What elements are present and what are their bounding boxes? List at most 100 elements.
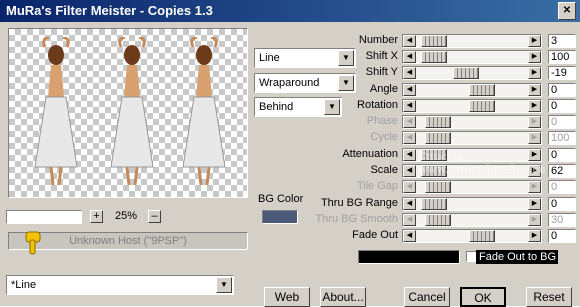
reset-button[interactable]: Reset [526, 287, 572, 307]
fade-progress [358, 250, 460, 264]
slider-thumb[interactable] [421, 198, 447, 210]
minus-icon: – [151, 210, 158, 222]
arrow-left-icon[interactable]: ◀ [403, 181, 416, 193]
preset-select[interactable]: *Line ▼ [6, 275, 234, 295]
arrow-left-icon[interactable]: ◀ [403, 100, 416, 112]
param-label: Scale [370, 164, 398, 176]
arrow-left-icon[interactable]: ◀ [403, 165, 416, 177]
plus-icon: + [93, 210, 100, 222]
host-text: Unknown Host ("9PSP") [69, 235, 187, 247]
preview-canvas[interactable] [8, 28, 248, 198]
arrow-right-icon[interactable]: ▶ [528, 230, 541, 242]
arrow-left-icon[interactable]: ◀ [403, 67, 416, 79]
param-value-field[interactable]: 0 [548, 99, 576, 113]
arrow-right-icon[interactable]: ▶ [528, 165, 541, 177]
slider-thumb[interactable] [421, 51, 447, 63]
param-slider[interactable]: ◀ ▶ [402, 164, 542, 178]
param-value-field[interactable]: -19 [548, 66, 576, 80]
param-value-field[interactable]: 30 [548, 213, 576, 227]
zoom-field[interactable] [6, 210, 82, 224]
dancer-image [110, 37, 154, 186]
slider-thumb[interactable] [425, 214, 451, 226]
arrow-right-icon[interactable]: ▶ [528, 181, 541, 193]
arrow-left-icon[interactable]: ◀ [403, 198, 416, 210]
param-slider[interactable]: ◀ ▶ [402, 213, 542, 227]
slider-thumb[interactable] [469, 84, 495, 96]
zoom-out-button[interactable]: – [148, 210, 161, 223]
param-slider[interactable]: ◀ ▶ [402, 66, 542, 80]
slider-thumb[interactable] [469, 230, 495, 242]
arrow-right-icon[interactable]: ▶ [528, 132, 541, 144]
zoom-in-button[interactable]: + [90, 210, 103, 223]
param-slider[interactable]: ◀ ▶ [402, 197, 542, 211]
param-slider[interactable]: ◀ ▶ [402, 180, 542, 194]
param-label: Tile Gap [356, 180, 398, 192]
param-slider[interactable]: ◀ ▶ [402, 50, 542, 64]
slider-thumb[interactable] [421, 165, 447, 177]
slider-thumb[interactable] [421, 35, 447, 47]
param-value-field[interactable]: 3 [548, 34, 576, 48]
param-value-field[interactable]: 100 [548, 131, 576, 145]
param-slider[interactable]: ◀ ▶ [402, 34, 542, 48]
arrow-right-icon[interactable]: ▶ [528, 214, 541, 226]
param-value-field[interactable]: 100 [548, 50, 576, 64]
param-value-field[interactable]: 0 [548, 180, 576, 194]
param-value-field[interactable]: 0 [548, 115, 576, 129]
close-button[interactable]: ✕ [558, 2, 576, 20]
ok-button[interactable]: OK [460, 287, 506, 307]
param-label: Phase [366, 115, 398, 127]
param-label: Attenuation [342, 148, 398, 160]
arrow-right-icon[interactable]: ▶ [528, 67, 541, 79]
arrow-left-icon[interactable]: ◀ [403, 214, 416, 226]
arrow-right-icon[interactable]: ▶ [528, 51, 541, 63]
arrow-right-icon[interactable]: ▶ [528, 84, 541, 96]
arrow-left-icon[interactable]: ◀ [403, 51, 416, 63]
param-slider[interactable]: ◀ ▶ [402, 83, 542, 97]
arrow-left-icon[interactable]: ◀ [403, 84, 416, 96]
param-value-field[interactable]: 0 [548, 229, 576, 243]
arrow-right-icon[interactable]: ▶ [528, 116, 541, 128]
param-value-field[interactable]: 0 [548, 83, 576, 97]
arrow-right-icon[interactable]: ▶ [528, 35, 541, 47]
param-slider[interactable]: ◀ ▶ [402, 99, 542, 113]
param-label: Rotation [357, 99, 398, 111]
slider-thumb[interactable] [425, 181, 451, 193]
chevron-down-icon[interactable]: ▼ [216, 277, 232, 293]
arrow-left-icon[interactable]: ◀ [403, 132, 416, 144]
slider-thumb[interactable] [425, 132, 451, 144]
slider-thumb[interactable] [425, 116, 451, 128]
arrow-right-icon[interactable]: ▶ [528, 149, 541, 161]
param-label: Cycle [370, 131, 398, 143]
param-value-field[interactable]: 0 [548, 197, 576, 211]
filter-window: MuRa's Filter Meister - Copies 1.3 ✕ + 2… [0, 0, 580, 307]
param-slider[interactable]: ◀ ▶ [402, 148, 542, 162]
param-slider[interactable]: ◀ ▶ [402, 131, 542, 145]
cancel-button[interactable]: Cancel [404, 287, 450, 307]
slider-thumb[interactable] [469, 100, 495, 112]
web-button[interactable]: Web [264, 287, 310, 307]
about-button[interactable]: About... [320, 287, 366, 307]
window-title: MuRa's Filter Meister - Copies 1.3 [6, 3, 213, 18]
slider-thumb[interactable] [421, 149, 447, 161]
dancer-image [182, 37, 226, 186]
arrow-right-icon[interactable]: ▶ [528, 100, 541, 112]
param-slider[interactable]: ◀ ▶ [402, 229, 542, 243]
param-slider[interactable]: ◀ ▶ [402, 115, 542, 129]
preset-select-value: *Line [11, 279, 37, 291]
arrow-left-icon[interactable]: ◀ [403, 116, 416, 128]
arrow-right-icon[interactable]: ▶ [528, 198, 541, 210]
param-label: Thru BG Smooth [315, 213, 398, 225]
param-value-field[interactable]: 62 [548, 164, 576, 178]
arrow-left-icon[interactable]: ◀ [403, 230, 416, 242]
param-value-field[interactable]: 0 [548, 148, 576, 162]
arrow-left-icon[interactable]: ◀ [403, 149, 416, 161]
zoom-level: 25% [114, 210, 138, 222]
dancer-image [34, 37, 78, 186]
param-label: Angle [369, 83, 398, 95]
hand-pointer-icon [25, 231, 41, 255]
slider-thumb[interactable] [453, 67, 479, 79]
title-bar: MuRa's Filter Meister - Copies 1.3 ✕ [0, 0, 580, 22]
param-label: Fade Out [352, 229, 398, 241]
arrow-left-icon[interactable]: ◀ [403, 35, 416, 47]
close-icon: ✕ [562, 5, 572, 16]
